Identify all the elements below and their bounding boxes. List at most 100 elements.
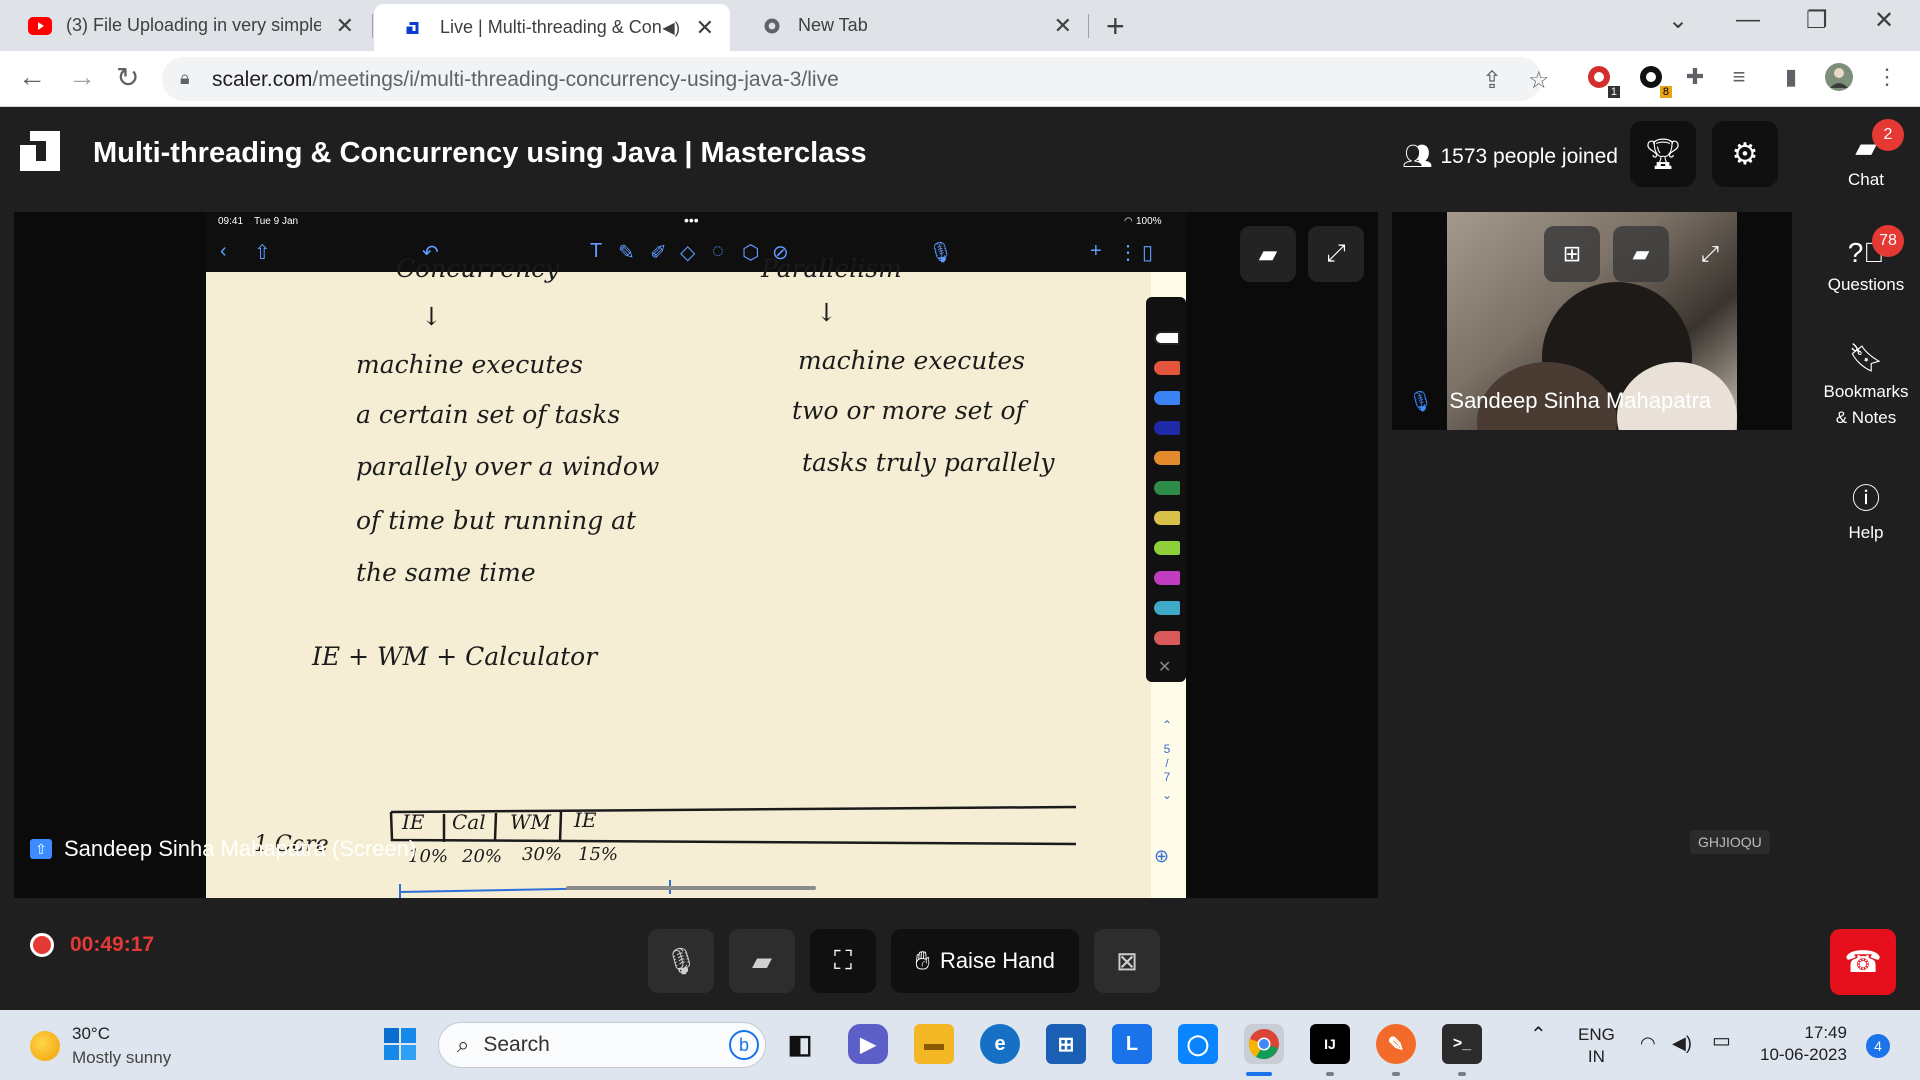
rail-help[interactable]: ⓘ Help [1812, 477, 1920, 543]
gear-icon: ⚙ [1731, 137, 1759, 171]
side-rail: ▰ 2 Chat ?⃝ 78 Questions 🔖︎ Bookmarks & … [1812, 107, 1920, 1010]
close-window-icon[interactable]: ✕ [1874, 6, 1894, 35]
tab-youtube[interactable]: (3) File Uploading in very simple ✕ [0, 0, 370, 51]
task-view-button[interactable]: ◧ [780, 1024, 820, 1064]
rail-questions[interactable]: ?⃝ 78 Questions [1812, 225, 1920, 295]
tab-separator [1088, 14, 1089, 38]
active-app-indicator [1246, 1072, 1272, 1076]
intellij-button[interactable]: IJ [1310, 1024, 1350, 1064]
camera-grid-button[interactable]: ⊞ [1544, 226, 1600, 282]
chrome-taskbar-button[interactable] [1244, 1024, 1284, 1064]
instructor-camera-tile: ⊞ ▰ ⤢ 🎙︎ Sandeep Sinha Mahapatra [1392, 212, 1792, 430]
sun-icon [30, 1031, 60, 1061]
battery-icon[interactable]: ▭ [1712, 1030, 1731, 1052]
forward-icon[interactable]: → [68, 61, 96, 93]
shapes-icon: ⬡ [742, 242, 760, 264]
help-label: Help [1848, 523, 1884, 542]
l-app-button[interactable]: L [1112, 1024, 1152, 1064]
o-app-button[interactable]: ◯ [1178, 1024, 1218, 1064]
pen-palette: ✕ [1146, 297, 1186, 682]
hang-up-icon: ☎︎ [1844, 945, 1882, 979]
text-tool-icon: T [590, 240, 603, 262]
stage-camera-off-button[interactable]: ▰ [1240, 226, 1296, 282]
lock-icon[interactable]: 🔒︎ [180, 68, 190, 89]
new-tab-icon[interactable]: + [1106, 8, 1125, 45]
pen-swatch-cyan [1154, 601, 1180, 615]
reload-icon[interactable]: ↻ [116, 61, 139, 94]
side-panel-icon[interactable]: ▮ [1776, 62, 1806, 92]
url-text[interactable]: scaler.com/meetings/i/multi-threading-co… [212, 68, 839, 92]
l-app-icon: L [1125, 1032, 1139, 1055]
tab-new-tab[interactable]: New Tab ✕ [732, 0, 1088, 51]
pen-tool-icon: ✎ [618, 242, 635, 264]
rail-chat[interactable]: ▰ 2 Chat [1812, 119, 1920, 190]
close-tab-icon[interactable]: ✕ [1054, 13, 1072, 39]
scaler-icon [406, 21, 419, 34]
speaker-icon[interactable]: ◀) [662, 18, 680, 38]
extension-2-icon[interactable]: 8 [1636, 62, 1672, 98]
tab-live-session[interactable]: Live | Multi-threading & Con ◀) ✕ [374, 4, 730, 51]
address-bar[interactable]: 🔒︎ scaler.com/meetings/i/multi-threading… [162, 57, 1550, 101]
close-tab-icon[interactable]: ✕ [696, 15, 714, 41]
browser-tab-bar: (3) File Uploading in very simple ✕ Live… [0, 0, 1920, 51]
fullscreen-button[interactable]: ⛶ [810, 929, 876, 993]
leave-call-button[interactable]: ☎︎ [1830, 929, 1896, 995]
wifi-icon[interactable]: ◠ [1640, 1032, 1656, 1054]
restore-icon[interactable]: ❐ [1806, 6, 1828, 35]
o-app-icon: ◯ [1186, 1033, 1210, 1056]
system-clock[interactable]: 17:49 10-06-2023 [1760, 1022, 1847, 1066]
edge-icon: e [994, 1032, 1006, 1055]
mic-toggle-button[interactable]: 🎙︎ [648, 929, 714, 993]
camera-hide-button[interactable]: ▰ [1613, 226, 1669, 282]
hand-icon: ✋︎ [915, 945, 930, 975]
back-icon[interactable]: ← [18, 61, 46, 93]
file-explorer-button[interactable]: ▬ [914, 1024, 954, 1064]
leaderboard-button[interactable]: 🏆︎ [1630, 121, 1696, 187]
tray-overflow-icon[interactable]: ⌃ [1530, 1024, 1547, 1046]
search-placeholder: Search [483, 1033, 550, 1056]
edge-button[interactable]: e [980, 1024, 1020, 1064]
taskbar-search[interactable]: ⌕ Search b [438, 1022, 766, 1068]
media-control-icon[interactable]: ≡ [1724, 62, 1754, 92]
extension-1-icon[interactable]: 1 [1584, 62, 1620, 98]
chrome-menu-icon[interactable]: ⋮ [1872, 62, 1902, 92]
camera-toggle-button[interactable]: ▰ [729, 929, 795, 993]
intellij-icon: IJ [1324, 1036, 1336, 1052]
terminal-button[interactable]: >_ [1442, 1024, 1482, 1064]
screen-share-toggle-button[interactable]: ⊠ [1094, 929, 1160, 993]
app-running-indicator [1458, 1072, 1466, 1076]
extensions-puzzle-icon[interactable]: ✚ [1680, 62, 1710, 92]
session-code: GHJIOQU [1690, 830, 1770, 854]
tab-separator [372, 14, 373, 38]
rail-bookmarks[interactable]: 🔖︎ Bookmarks & Notes [1812, 343, 1920, 431]
volume-icon[interactable]: ◀) [1672, 1032, 1692, 1054]
close-tab-icon[interactable]: ✕ [336, 13, 354, 39]
share-icon[interactable]: ⇪ [1482, 66, 1502, 95]
url-path: /meetings/i/multi-threading-concurrency-… [312, 68, 839, 91]
pen-swatch-navy [1154, 421, 1180, 435]
sketch-app-button[interactable]: ✎ [1376, 1024, 1416, 1064]
profile-avatar[interactable] [1824, 62, 1854, 92]
language-indicator[interactable]: ENG IN [1578, 1024, 1615, 1068]
store-button[interactable]: ⊞ [1046, 1024, 1086, 1064]
teams-chat-button[interactable]: ▶ [848, 1024, 888, 1064]
weather-widget[interactable]: 30°C Mostly sunny [30, 1022, 171, 1070]
minimize-icon[interactable]: — [1736, 6, 1760, 34]
session-title: Multi-threading & Concurrency using Java… [93, 137, 867, 169]
notes-label: & Notes [1835, 408, 1897, 427]
camera-expand-button[interactable]: ⤢ [1682, 226, 1738, 282]
bookmark-star-icon[interactable]: ☆ [1528, 66, 1550, 95]
scaler-logo [20, 131, 60, 171]
timeline-segment: Cal [452, 810, 486, 834]
notification-badge[interactable]: 4 [1866, 1034, 1890, 1058]
bookmarks-label: Bookmarks [1823, 382, 1909, 401]
pen-swatch-rose [1154, 631, 1180, 645]
stage-fullscreen-button[interactable]: ⤢ [1308, 226, 1364, 282]
app-running-indicator [1392, 1072, 1400, 1076]
tab-search-chevron-icon[interactable]: ⌄ [1668, 6, 1688, 35]
grid-icon: ⊞ [1562, 241, 1582, 266]
raise-hand-button[interactable]: ✋︎ Raise Hand [891, 929, 1079, 993]
ipad-date: Tue 9 Jan [254, 216, 299, 227]
start-button[interactable] [380, 1024, 420, 1064]
settings-button[interactable]: ⚙ [1712, 121, 1778, 187]
